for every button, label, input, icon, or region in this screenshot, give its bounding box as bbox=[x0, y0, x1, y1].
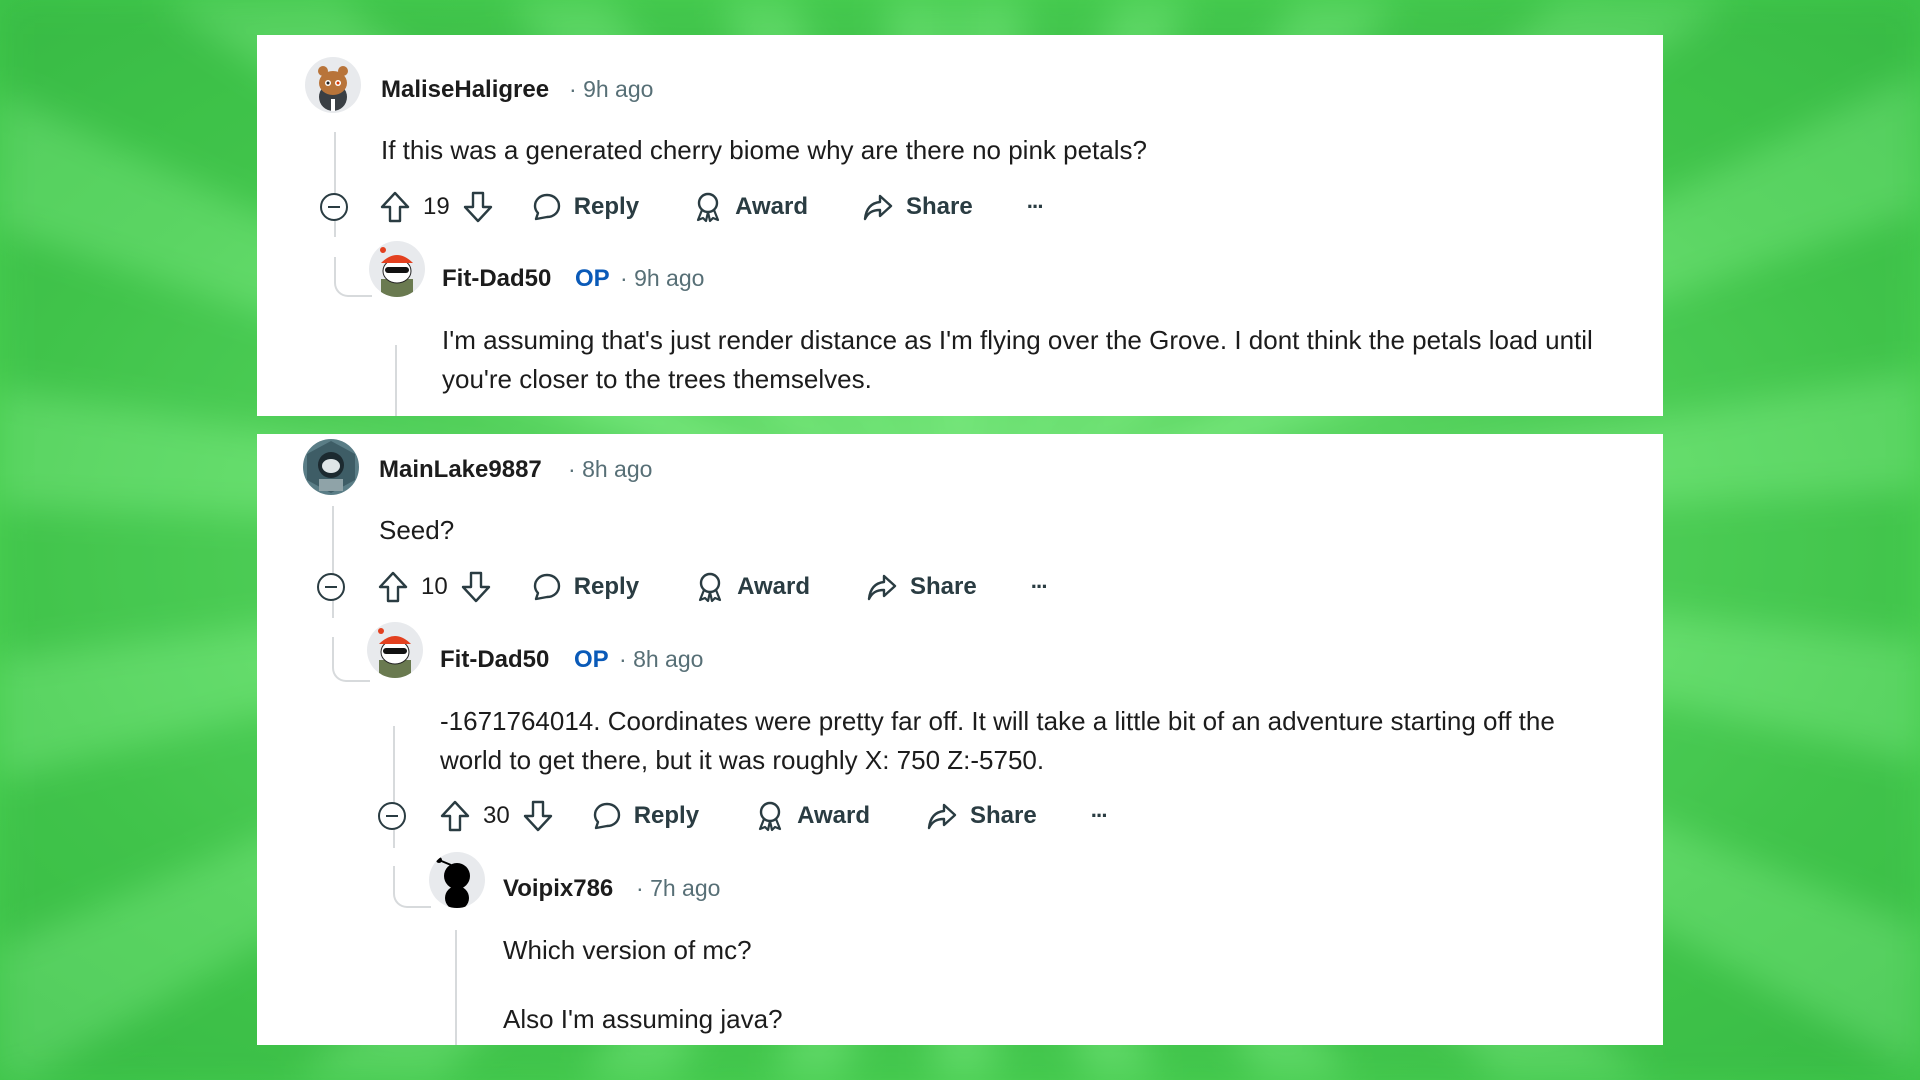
thread-line bbox=[455, 930, 457, 1045]
upvote-button[interactable] bbox=[379, 190, 411, 224]
timestamp-text: 7h ago bbox=[650, 875, 721, 901]
share-label: Share bbox=[909, 573, 977, 600]
share-arrow-icon bbox=[867, 574, 897, 601]
reply-label: Reply bbox=[573, 573, 640, 600]
comment-thread-2: MainLake9887 · 8h ago Seed? 10 Reply Awa… bbox=[257, 434, 1663, 1045]
comment-timestamp: · 8h ago bbox=[568, 456, 653, 482]
timestamp-text: 8h ago bbox=[633, 646, 704, 672]
snoo-avatar-icon bbox=[307, 441, 355, 493]
op-badge: OP bbox=[575, 265, 610, 292]
thread-line bbox=[395, 345, 397, 416]
downvote-button[interactable] bbox=[462, 190, 494, 224]
reply-body: -1671764014. Coordinates were pretty far… bbox=[440, 706, 1555, 775]
thread-connector bbox=[334, 257, 372, 297]
upvote-button[interactable] bbox=[439, 799, 471, 833]
nested-reply-body-line-2: Also I'm assuming java? bbox=[503, 1004, 783, 1034]
comment-body: If this was a generated cherry biome why… bbox=[381, 135, 1147, 165]
award-label: Award bbox=[735, 193, 808, 220]
award-ribbon-icon bbox=[696, 192, 720, 223]
snoo-avatar-icon bbox=[380, 247, 413, 297]
comment-bubble-icon bbox=[533, 193, 560, 221]
share-button[interactable]: Share bbox=[866, 572, 977, 602]
upvote-button[interactable] bbox=[377, 570, 409, 604]
more-options-button[interactable]: ··· bbox=[1091, 803, 1109, 829]
reply-body: I'm assuming that's just render distance… bbox=[442, 325, 1593, 394]
reply-button[interactable]: Reply bbox=[592, 801, 699, 831]
award-button[interactable]: Award bbox=[693, 191, 808, 223]
reply-label: Reply bbox=[573, 193, 640, 220]
reply-action-bar: 30 Reply Award Share ··· bbox=[439, 794, 1109, 838]
award-label: Award bbox=[737, 573, 810, 600]
nested-reply-timestamp: · 7h ago bbox=[636, 875, 721, 901]
comment-action-bar: 10 Reply Award Share ··· bbox=[377, 565, 1049, 609]
upvote-arrow-icon bbox=[440, 800, 470, 832]
more-options-button[interactable]: ··· bbox=[1031, 574, 1049, 600]
thread-connector bbox=[393, 866, 431, 908]
share-label: Share bbox=[969, 802, 1037, 829]
award-button[interactable]: Award bbox=[695, 571, 810, 603]
upvote-arrow-icon bbox=[378, 571, 408, 603]
share-arrow-icon bbox=[863, 194, 893, 221]
comment-username[interactable]: MaliseHaligree bbox=[381, 76, 549, 104]
reply-button[interactable]: Reply bbox=[532, 572, 639, 602]
reply-label: Reply bbox=[633, 802, 700, 829]
avatar[interactable] bbox=[369, 241, 425, 297]
timestamp-text: 8h ago bbox=[582, 456, 653, 482]
snoo-avatar-icon bbox=[436, 857, 470, 908]
timestamp-text: 9h ago bbox=[583, 76, 654, 102]
thread-connector bbox=[332, 637, 370, 682]
comment-thread-1: MaliseHaligree · 9h ago If this was a ge… bbox=[257, 35, 1663, 416]
award-ribbon-icon bbox=[698, 572, 722, 603]
award-ribbon-icon bbox=[758, 801, 782, 832]
collapse-thread-icon[interactable] bbox=[319, 192, 349, 222]
downvote-button[interactable] bbox=[460, 570, 492, 604]
comment-bubble-icon bbox=[533, 573, 560, 601]
nested-reply-username[interactable]: Voipix786 bbox=[503, 875, 613, 903]
comment-action-bar: 19 Reply Award Share ··· bbox=[379, 185, 1045, 229]
award-button[interactable]: Award bbox=[755, 800, 870, 832]
share-button[interactable]: Share bbox=[862, 192, 973, 222]
award-label: Award bbox=[797, 802, 870, 829]
collapse-thread-icon[interactable] bbox=[316, 572, 346, 602]
collapse-thread-icon[interactable] bbox=[377, 801, 407, 831]
downvote-button[interactable] bbox=[522, 799, 554, 833]
snoo-avatar-icon bbox=[378, 628, 411, 678]
downvote-arrow-icon bbox=[461, 571, 490, 603]
snoo-avatar-icon bbox=[318, 66, 348, 111]
reply-timestamp: · 9h ago bbox=[620, 265, 705, 291]
upvote-arrow-icon bbox=[380, 191, 410, 223]
downvote-arrow-icon bbox=[463, 191, 492, 223]
avatar[interactable] bbox=[367, 622, 423, 678]
reply-button[interactable]: Reply bbox=[532, 192, 639, 222]
avatar[interactable] bbox=[429, 852, 485, 908]
timestamp-text: 9h ago bbox=[634, 265, 705, 291]
more-options-button[interactable]: ··· bbox=[1027, 194, 1045, 220]
vote-count: 19 bbox=[423, 193, 450, 220]
comment-timestamp: · 9h ago bbox=[569, 76, 654, 102]
comment-username[interactable]: MainLake9887 bbox=[379, 456, 542, 484]
reply-username[interactable]: Fit-Dad50 bbox=[442, 265, 551, 293]
avatar[interactable] bbox=[303, 439, 359, 495]
downvote-arrow-icon bbox=[523, 800, 552, 832]
vote-count: 30 bbox=[483, 802, 510, 829]
comment-bubble-icon bbox=[593, 802, 620, 830]
share-button[interactable]: Share bbox=[926, 801, 1037, 831]
comment-body: Seed? bbox=[379, 515, 455, 545]
nested-reply-body-line-1: Which version of mc? bbox=[503, 935, 752, 965]
share-label: Share bbox=[905, 193, 973, 220]
vote-count: 10 bbox=[421, 573, 448, 600]
op-badge: OP bbox=[574, 646, 609, 673]
avatar[interactable] bbox=[305, 57, 361, 113]
reply-username[interactable]: Fit-Dad50 bbox=[440, 646, 549, 674]
share-arrow-icon bbox=[927, 803, 957, 830]
reply-timestamp: · 8h ago bbox=[619, 646, 704, 672]
